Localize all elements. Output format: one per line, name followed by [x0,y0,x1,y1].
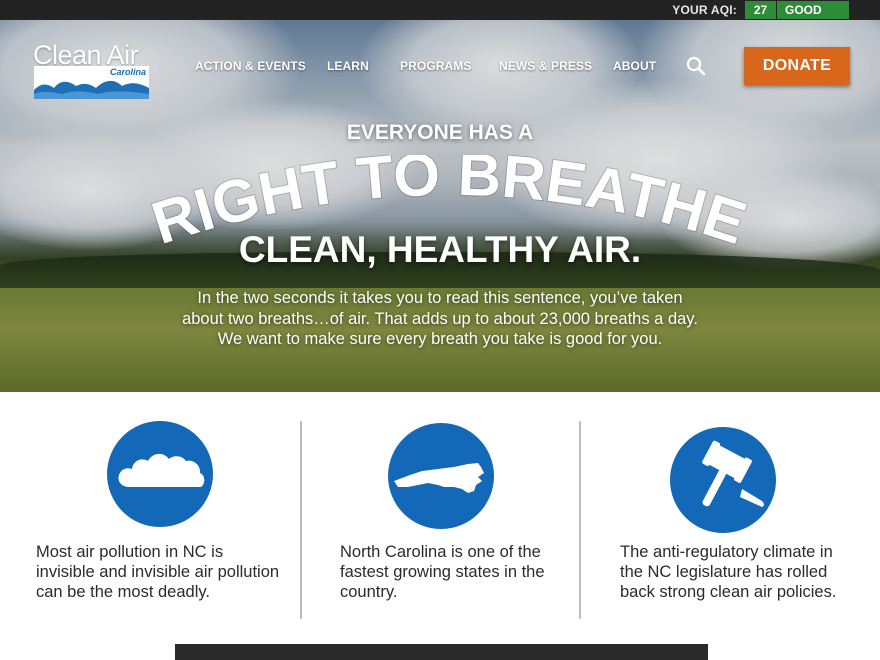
hero-banner: Clean Air Carolina ACTION & EVENTS LEARN… [0,20,880,392]
feature-legislature: The anti-regulatory climate in the NC le… [580,392,860,622]
feature-icon-circle [670,427,776,533]
clean-air-carolina-logo[interactable]: Clean Air Carolina [33,40,149,100]
feature-icon-circle [107,421,213,527]
feature-growing-state: North Carolina is one of the fastest gro… [300,392,580,622]
feature-text-line: Most air pollution in NC is [36,543,224,561]
search-icon[interactable] [686,56,706,76]
aqi-label: YOUR AQI: [672,3,737,17]
donate-button[interactable]: DONATE [744,47,850,85]
aqi-status[interactable]: GOOD [777,1,849,19]
logo-mountains-icon [34,80,149,99]
feature-text-line: the NC legislature has rolled [620,563,828,581]
feature-text-line: country. [340,583,398,601]
feature-invisible-pollution: Most air pollution in NC is invisible an… [0,392,280,622]
feature-text: Most air pollution in NC is invisible an… [36,542,279,602]
logo-badge: Carolina [34,66,149,99]
north-carolina-map-icon [394,463,484,493]
hero-body-line: We want to make sure every breath you ta… [217,330,663,348]
feature-text-line: invisible and invisible air pollution [36,563,280,581]
nav-learn[interactable]: LEARN [327,59,369,73]
hero-body-line: In the two seconds it takes you to read … [197,289,683,307]
feature-text-line: back strong clean air policies. [620,583,837,601]
nav-news-press[interactable]: NEWS & PRESS [499,59,592,73]
hero-kicker: EVERYONE HAS A [346,121,534,144]
feature-text-line: can be the most deadly. [36,583,210,601]
hero-body: In the two seconds it takes you to read … [160,288,720,350]
gavel-icon [702,440,764,507]
nav-programs[interactable]: PROGRAMS [400,59,471,73]
feature-text: The anti-regulatory climate in the NC le… [620,542,836,602]
aqi-bar: YOUR AQI: 27 GOOD [0,0,880,20]
nav-action-events[interactable]: ACTION & EVENTS [195,59,306,73]
feature-text-line: fastest growing states in the [340,563,545,581]
bottom-panel [175,644,708,660]
hero-subheadline: CLEAN, HEALTHY AIR. [238,229,642,270]
hero-body-line: about two breaths…of air. That adds up t… [182,309,698,328]
feature-icon-circle [388,423,494,529]
cloud-icon [118,453,205,487]
nav-about[interactable]: ABOUT [613,59,656,73]
feature-text-line: North Carolina is one of the [340,543,541,561]
aqi-value[interactable]: 27 [745,1,776,19]
feature-text-line: The anti-regulatory climate in [620,543,833,561]
feature-text: North Carolina is one of the fastest gro… [340,542,545,602]
